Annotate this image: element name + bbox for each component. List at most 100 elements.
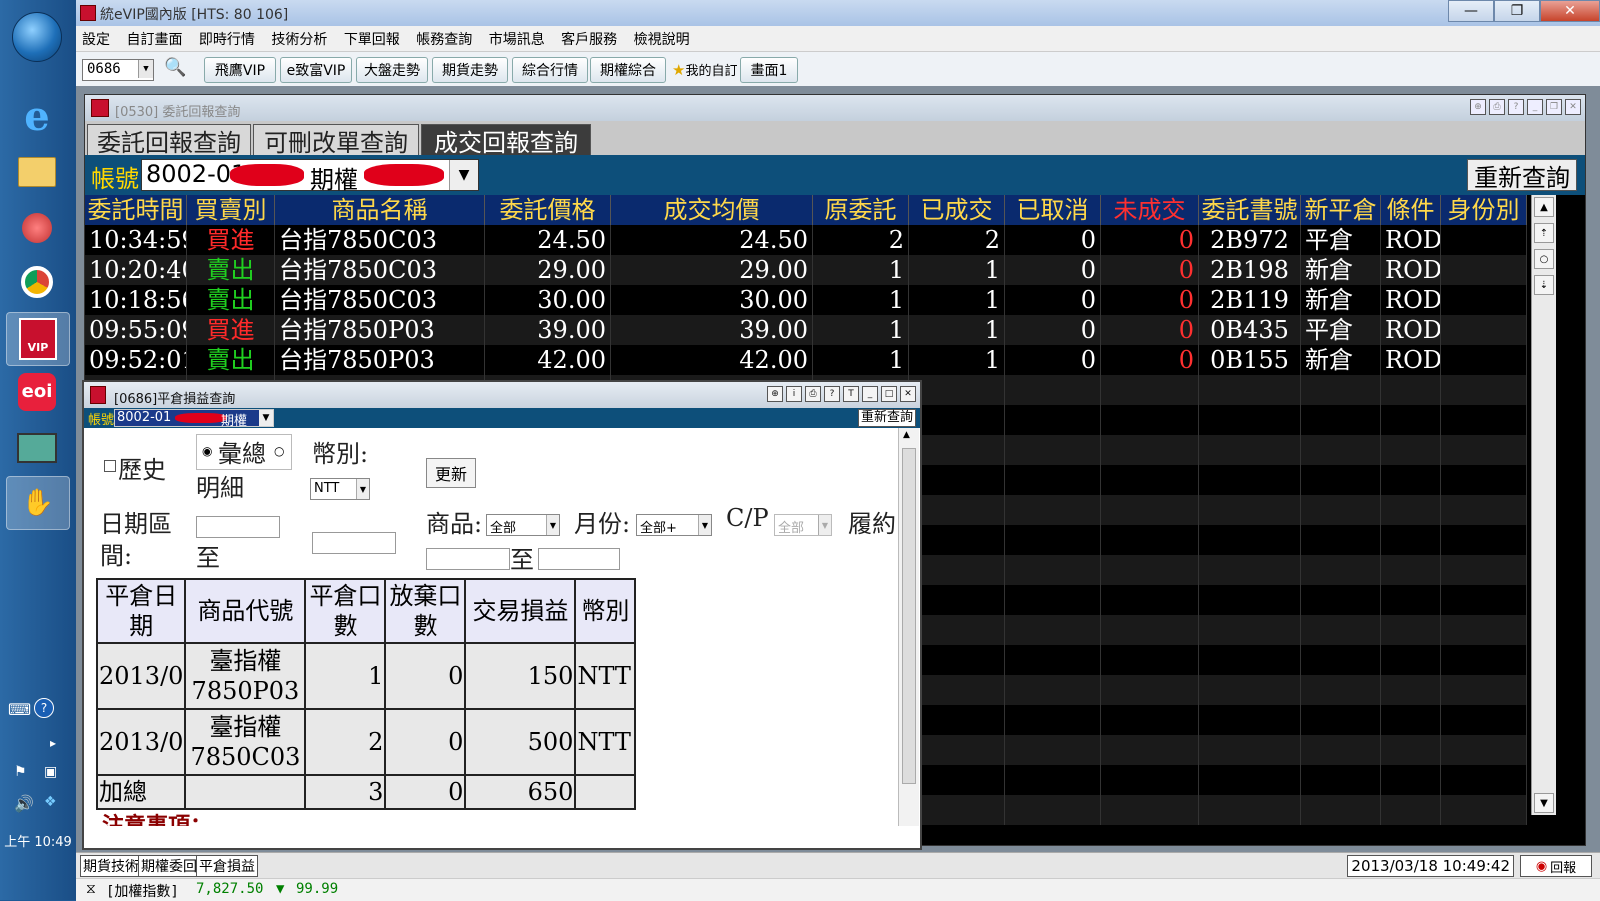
link-icon[interactable]: ⊕ — [1470, 99, 1486, 115]
print-icon[interactable]: ⎙ — [805, 386, 821, 402]
month-select[interactable]: 全部+ ▼ — [636, 514, 712, 536]
window-tab-close-pl[interactable]: 平倉損益 — [196, 855, 258, 877]
pin-icon[interactable]: T — [843, 386, 859, 402]
report-button[interactable]: ◉ 回報 — [1520, 855, 1592, 877]
column-header-original[interactable]: 原委託 — [813, 195, 909, 225]
detail-radio[interactable]: ○ — [274, 444, 284, 458]
menu-custom-screen[interactable]: 自訂畫面 — [120, 26, 188, 49]
menu-technical-analysis[interactable]: 技術分析 — [265, 26, 333, 49]
column-header-product[interactable]: 商品名稱 — [275, 195, 485, 225]
menu-settings[interactable]: 設定 — [76, 26, 116, 49]
scroll-up-icon[interactable]: ▲ — [1534, 197, 1554, 217]
requery-button[interactable]: 重新查詢 — [1467, 159, 1577, 192]
function-code-combo[interactable]: 0686 ▼ — [82, 59, 154, 81]
scroll-bottom-icon[interactable]: ⇣ — [1534, 275, 1554, 295]
keyboard-icon[interactable]: ⌨ — [8, 700, 31, 719]
strike-start-input[interactable] — [426, 548, 510, 570]
close-button[interactable]: ✕ — [1565, 99, 1581, 115]
chevron-down-icon[interactable]: ▼ — [356, 479, 369, 499]
column-header-identity[interactable]: 身份別 — [1441, 195, 1527, 225]
chevron-down-icon[interactable]: ▼ — [449, 160, 478, 190]
toolbar-button-eagle-vip[interactable]: 飛鷹VIP — [204, 57, 276, 83]
toolbar-button-options-composite[interactable]: 期權綜合 — [590, 57, 666, 83]
pl-window-titlebar[interactable]: [0686]平倉損益查詢 ⊕ i ⎙ ? T _ □ ✕ — [84, 382, 920, 408]
minimize-button[interactable]: _ — [1527, 99, 1543, 115]
pl-requery-button[interactable]: 重新查詢 — [857, 409, 916, 427]
chevron-down-icon[interactable]: ▼ — [818, 515, 831, 535]
scroll-up-icon[interactable]: ▲ — [903, 430, 910, 440]
currency-select[interactable]: NTT ▼ — [310, 478, 370, 500]
column-header-open-close[interactable]: 新平倉 — [1301, 195, 1381, 225]
chevron-down-icon[interactable]: ▼ — [259, 410, 273, 426]
date-start-input[interactable] — [196, 516, 280, 538]
column-header-order-time[interactable]: 委託時間 — [85, 195, 187, 225]
tab-fill-report[interactable]: 成交回報查詢 — [421, 124, 591, 157]
search-icon[interactable]: 🔍 — [164, 57, 186, 78]
order-window-titlebar[interactable]: [0530] 委託回報查詢 ⊕ ⎙ ? _ ❐ ✕ — [85, 95, 1585, 121]
close-button[interactable]: ✕ — [900, 386, 916, 402]
ie-browser-icon[interactable]: e — [6, 90, 68, 142]
help-icon[interactable]: ? — [824, 386, 840, 402]
hand-app-icon[interactable]: ✋ — [6, 476, 70, 530]
column-header-order-price[interactable]: 委託價格 — [485, 195, 611, 225]
help-icon[interactable]: ? — [34, 698, 54, 718]
folder-icon[interactable] — [6, 146, 68, 198]
strike-end-input[interactable] — [538, 548, 620, 570]
pl-vertical-scrollbar[interactable]: ▲ — [898, 428, 919, 826]
table-row[interactable]: 10:34:59 買進 台指7850C03 24.50 24.50 2 2 0 0 2B972 平倉… — [85, 225, 1527, 255]
table-row[interactable]: 10:20:40 賣出 台指7850C03 29.00 29.00 1 1 0 0 2B198 新倉… — [85, 255, 1527, 285]
close-button[interactable]: ✕ — [1540, 0, 1600, 22]
favorites-link[interactable]: ★ 我的自訂 — [672, 60, 737, 80]
date-end-input[interactable] — [312, 532, 396, 554]
column-header-avg-price[interactable]: 成交均價 — [611, 195, 813, 225]
table-row[interactable]: 2013/0 臺指權7850P03 1 0 150 NTT — [95, 642, 637, 710]
scroll-top-icon[interactable]: ⇡ — [1534, 223, 1554, 243]
volume-icon[interactable]: 🔊 — [14, 794, 34, 813]
column-header-filled[interactable]: 已成交 — [909, 195, 1005, 225]
windows-start-icon[interactable] — [12, 12, 62, 62]
chevron-down-icon[interactable]: ▼ — [546, 515, 559, 535]
menu-realtime-quotes[interactable]: 即時行情 — [193, 26, 261, 49]
screen-tab[interactable]: 畫面1 — [740, 57, 798, 83]
tab-modifiable-orders[interactable]: 可刪改單查詢 — [253, 124, 419, 157]
column-header-unfilled[interactable]: 未成交 — [1101, 195, 1199, 225]
cp-select[interactable]: 全部 ▼ — [774, 514, 832, 536]
summary-radio[interactable]: ◉ — [202, 444, 212, 458]
clock[interactable]: 上午 10:49 — [0, 831, 76, 850]
account-select[interactable]: 8002-01 期權 ▼ — [141, 159, 479, 194]
print-icon[interactable]: ⎙ — [1489, 99, 1505, 115]
update-button[interactable]: 更新 — [426, 458, 476, 488]
minimize-button[interactable]: — — [1448, 0, 1494, 22]
minimize-button[interactable]: _ — [862, 386, 878, 402]
vertical-scrollbar[interactable]: ▲ ⇡ ○ ⇣ ▼ — [1531, 195, 1556, 815]
info-icon[interactable]: i — [786, 386, 802, 402]
chevron-down-icon[interactable]: ▼ — [138, 60, 153, 78]
menu-account-query[interactable]: 帳務查詢 — [410, 26, 478, 49]
scroll-down-icon[interactable]: ▼ — [1534, 793, 1554, 813]
flag-icon[interactable]: ⚑ — [14, 764, 27, 780]
tab-order-report[interactable]: 委託回報查詢 — [87, 124, 251, 157]
restore-button[interactable]: ❐ — [1546, 99, 1562, 115]
dropbox-icon[interactable]: ❖ — [44, 794, 57, 810]
menu-customer-service[interactable]: 客戶服務 — [555, 26, 623, 49]
tray-expand-icon[interactable]: ▸ — [50, 736, 56, 750]
column-header-side[interactable]: 買賣別 — [187, 195, 275, 225]
menu-order-report[interactable]: 下單回報 — [338, 26, 406, 49]
column-header-order-no[interactable]: 委託書號 — [1199, 195, 1301, 225]
link-icon[interactable]: ⊕ — [767, 386, 783, 402]
menu-market-news[interactable]: 市場訊息 — [483, 26, 551, 49]
product-select[interactable]: 全部 ▼ — [486, 514, 560, 536]
menu-view-help[interactable]: 檢視說明 — [628, 26, 696, 49]
table-row[interactable]: 09:52:01 賣出 台指7850P03 42.00 42.00 1 1 0 0 0B155 新倉… — [85, 345, 1527, 375]
title-bar[interactable]: 統eVIP國內版 [HTS: 80 106] — ❐ ✕ — [76, 0, 1600, 26]
toolbar-button-composite-quotes[interactable]: 綜合行情 — [512, 57, 588, 83]
pl-account-select[interactable]: 8002-01 期權 ▼ — [114, 409, 274, 429]
maximize-button[interactable]: □ — [881, 386, 897, 402]
chevron-down-icon[interactable]: ▼ — [698, 515, 711, 535]
scroll-center-icon[interactable]: ○ — [1534, 249, 1554, 269]
column-header-cancelled[interactable]: 已取消 — [1005, 195, 1101, 225]
chrome-icon[interactable] — [6, 256, 68, 308]
window-tab-futures-tech[interactable]: 期貨技術 — [80, 855, 142, 877]
table-row[interactable]: 09:55:09 買進 台指7850P03 39.00 39.00 1 1 0 0 0B435 平倉… — [85, 315, 1527, 345]
toolbar-button-market-trend[interactable]: 大盤走勢 — [356, 57, 428, 83]
